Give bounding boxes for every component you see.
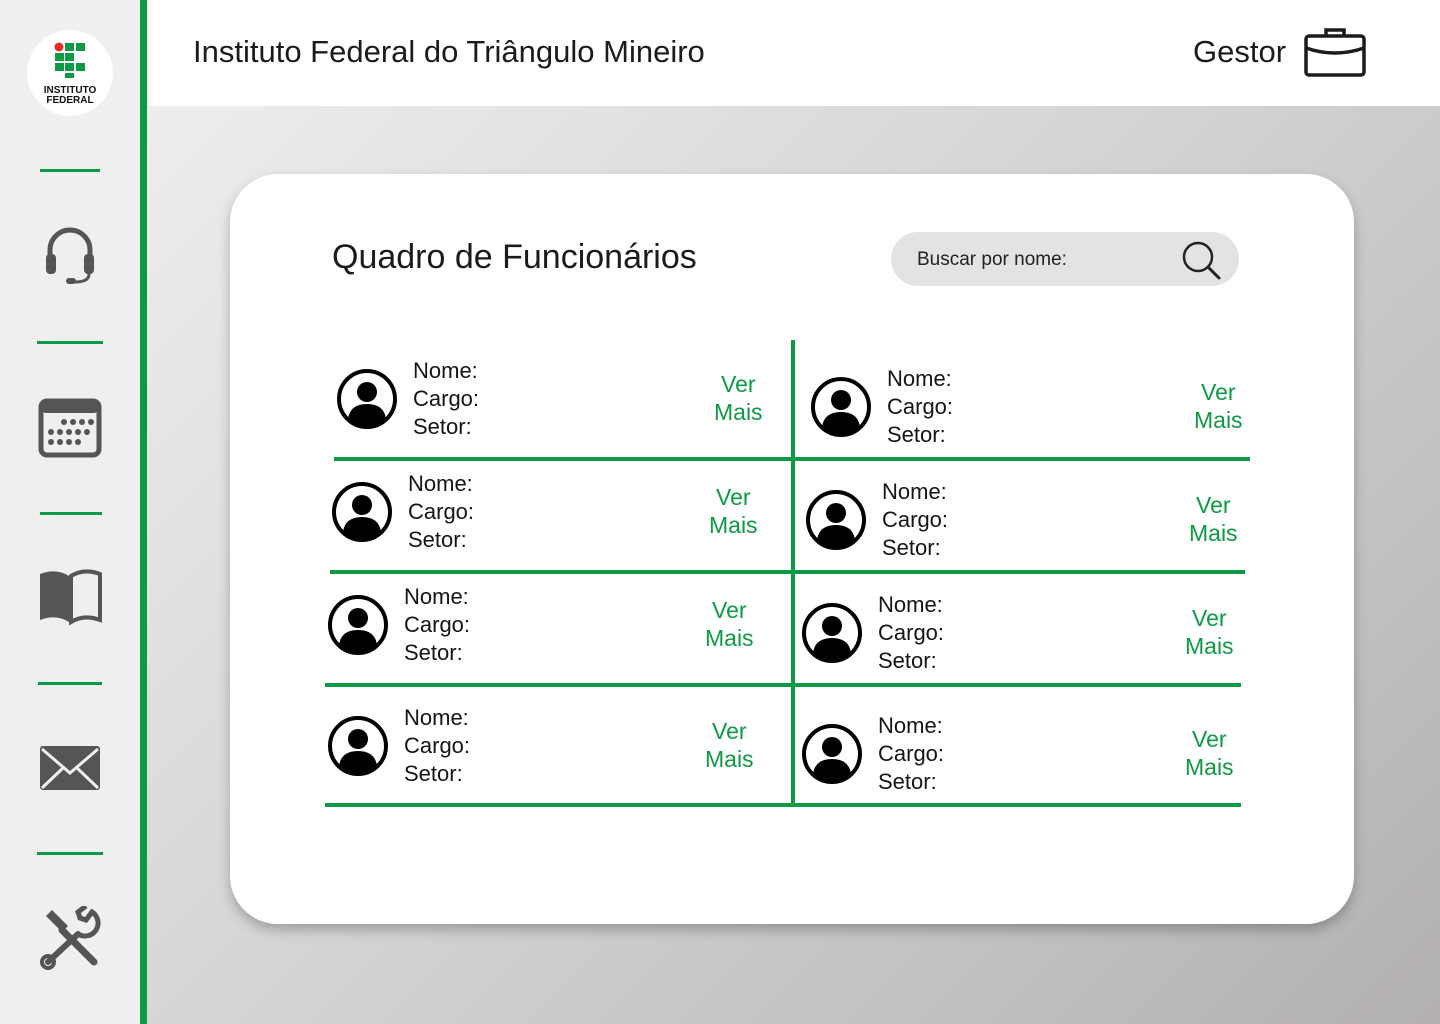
search-input[interactable] [917,249,1157,271]
name-label: Nome: [878,592,943,617]
user-avatar-icon [802,603,862,663]
employee-entry: Nome: Cargo: Setor: Ver Mais [810,366,1250,462]
view-more-text-line1: Ver [712,718,747,744]
employee-entry: Nome: Cargo: Setor: Ver Mais [801,592,1241,688]
user-avatar-icon [332,482,392,542]
role-field-label: Cargo: [413,386,480,411]
calendar-icon [38,398,102,458]
name-label: Nome: [882,479,947,504]
view-more-text-line1: Ver [1192,726,1227,752]
view-more-text-line2: Mais [1194,407,1243,433]
user-avatar-icon [811,377,871,437]
view-more-text-line2: Mais [714,399,763,425]
view-more-link[interactable]: Ver Mais [709,483,758,539]
user-avatar-icon [328,716,388,776]
top-header: Instituto Federal do Triângulo Mineiro G… [147,0,1440,106]
view-more-text-line1: Ver [1196,492,1231,518]
view-more-text-line1: Ver [716,484,751,510]
sidebar-divider [40,512,102,515]
briefcase-icon[interactable] [1304,26,1366,78]
view-more-text-line2: Mais [705,746,754,772]
logo-text-line1: INSTITUTO [43,85,97,96]
sidebar-item-library[interactable] [38,566,102,630]
role-field-label: Cargo: [878,741,945,766]
user-avatar-icon [802,724,862,784]
book-icon [40,569,102,626]
sidebar-border [140,0,147,1024]
name-label: Nome: [413,358,478,383]
name-label: Nome: [408,471,473,496]
employee-entry: Nome: Cargo: Setor: Ver Mais [327,705,767,801]
sector-label: Setor: [408,527,467,552]
employee-board-card: Quadro de Funcionários Nome: Cargo: Seto… [230,174,1354,924]
sidebar: INSTITUTO FEDERAL [0,0,140,1024]
institution-logo[interactable]: INSTITUTO FEDERAL [27,30,113,116]
sidebar-item-support[interactable] [38,222,102,286]
role-label: Gestor [1193,34,1287,69]
view-more-link[interactable]: Ver Mais [714,370,763,426]
sidebar-divider [40,169,100,172]
user-avatar-icon [806,490,866,550]
sidebar-item-settings[interactable] [38,904,102,970]
role-field-label: Cargo: [404,733,471,758]
name-label: Nome: [404,705,469,730]
tools-icon [40,904,101,970]
sector-label: Setor: [878,648,937,673]
sector-label: Setor: [413,414,472,439]
sector-label: Setor: [878,769,937,794]
search-icon[interactable] [1181,240,1221,280]
sector-label: Setor: [404,640,463,665]
logo-mark-icon [54,42,85,78]
sector-label: Setor: [404,761,463,786]
sidebar-divider [37,852,103,855]
view-more-text-line1: Ver [712,597,747,623]
view-more-link[interactable]: Ver Mais [705,717,754,773]
employee-entry: Nome: Cargo: Setor: Ver Mais [327,584,767,680]
role-field-label: Cargo: [887,394,954,419]
sidebar-item-calendar[interactable] [38,396,102,460]
role-field-label: Cargo: [882,507,949,532]
user-avatar-icon [328,595,388,655]
employee-entry: Nome: Cargo: Setor: Ver Mais [805,479,1245,575]
view-more-link[interactable]: Ver Mais [1194,378,1243,434]
employee-entry: Nome: Cargo: Setor: Ver Mais [331,471,771,567]
logo-text-line2: FEDERAL [46,95,94,106]
view-more-text-line2: Mais [1185,754,1234,780]
view-more-link[interactable]: Ver Mais [1185,725,1234,781]
view-more-text-line2: Mais [1185,633,1234,659]
name-label: Nome: [878,713,943,738]
view-more-text-line1: Ver [721,371,756,397]
user-avatar-icon [337,369,397,429]
employee-entry: Nome: Cargo: Setor: Ver Mais [336,358,776,454]
view-more-link[interactable]: Ver Mais [1185,604,1234,660]
name-label: Nome: [404,584,469,609]
sector-label: Setor: [887,422,946,447]
headset-icon [46,227,94,284]
role-field-label: Cargo: [408,499,475,524]
view-more-text-line2: Mais [709,512,758,538]
sidebar-item-messages[interactable] [38,736,102,800]
search-bar[interactable] [891,232,1239,286]
mail-icon [40,746,100,790]
name-label: Nome: [887,366,952,391]
view-more-text-line1: Ver [1201,379,1236,405]
view-more-link[interactable]: Ver Mais [705,596,754,652]
view-more-text-line2: Mais [1189,520,1238,546]
sidebar-divider [38,682,102,685]
sector-label: Setor: [882,535,941,560]
role-field-label: Cargo: [878,620,945,645]
view-more-text-line1: Ver [1192,605,1227,631]
page-title: Quadro de Funcionários [332,238,697,276]
view-more-text-line2: Mais [705,625,754,651]
institution-title: Instituto Federal do Triângulo Mineiro [193,34,705,69]
sidebar-divider [37,341,103,344]
view-more-link[interactable]: Ver Mais [1189,491,1238,547]
role-field-label: Cargo: [404,612,471,637]
employee-entry: Nome: Cargo: Setor: Ver Mais [801,713,1241,809]
